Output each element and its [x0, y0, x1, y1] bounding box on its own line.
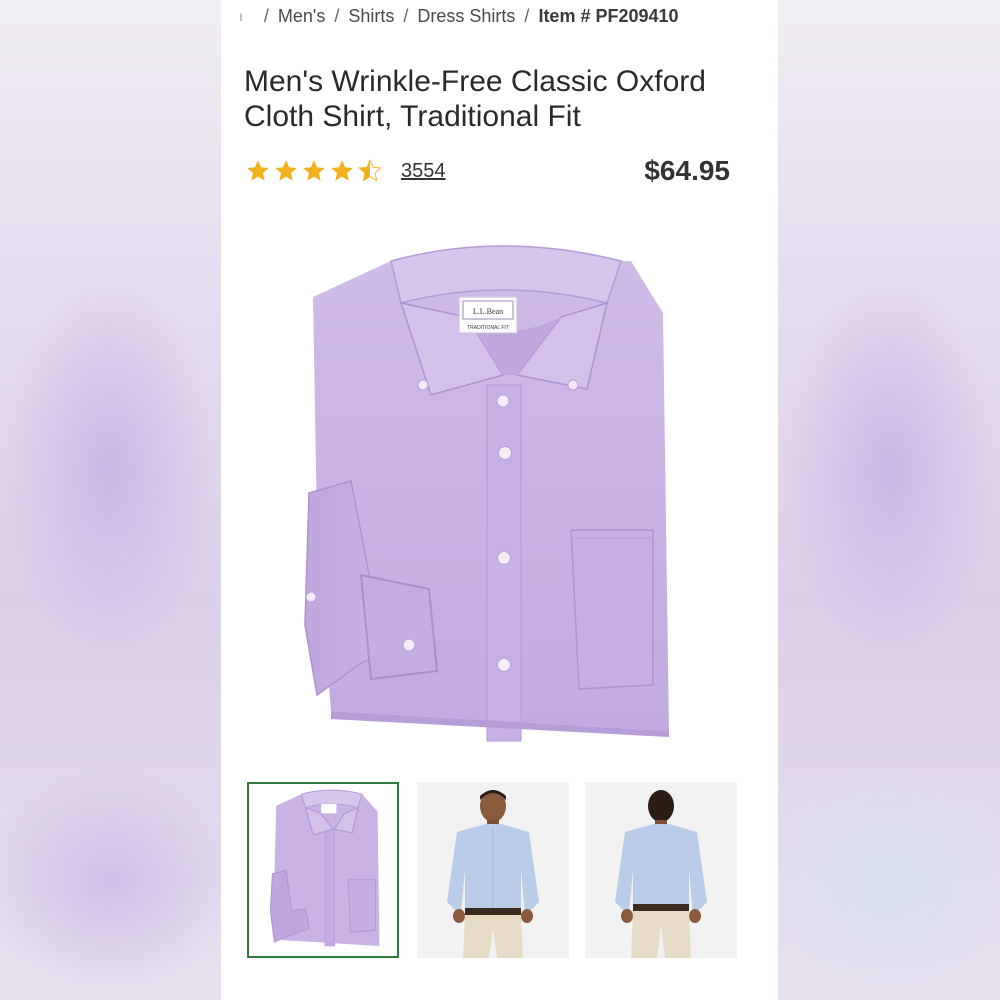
- breadcrumb-separator: /: [263, 5, 269, 26]
- product-title: Men's Wrinkle-Free Classic Oxford Cloth …: [244, 65, 706, 133]
- breadcrumb: ı / Men's / Shirts / Dress Shirts / Item…: [239, 4, 778, 28]
- product-price: $64.95: [644, 155, 730, 186]
- thumbnail-folded-shirt[interactable]: [247, 782, 399, 958]
- breadcrumb-separator: /: [403, 5, 409, 26]
- thumbnail-folded-shirt-image: [249, 784, 397, 956]
- half-star-icon: [358, 159, 382, 182]
- breadcrumb-mens[interactable]: Men's: [278, 6, 325, 27]
- thumbnail-model-front[interactable]: [417, 782, 569, 958]
- thumbnail-model-front-image: [417, 782, 569, 958]
- breadcrumb-separator: /: [334, 5, 340, 26]
- breadcrumb-dress-shirts[interactable]: Dress Shirts: [417, 6, 515, 27]
- folded-shirt-image: L.L.Bean TRADITIONAL FIT: [304, 245, 669, 742]
- star-icon: [303, 160, 325, 181]
- product-page: ı / Men's / Shirts / Dress Shirts / Item…: [221, 0, 778, 1000]
- rating-price-row: 3554 $64.95: [245, 150, 730, 192]
- thumbnail-strip: [247, 782, 737, 962]
- label-fit: TRADITIONAL FIT: [467, 325, 509, 331]
- review-count-link[interactable]: 3554: [401, 160, 446, 183]
- star-rating[interactable]: [245, 158, 385, 184]
- breadcrumb-item-number: Item # PF209410: [538, 5, 679, 26]
- thumbnail-model-back-image: [585, 782, 737, 958]
- star-icon: [331, 160, 353, 181]
- breadcrumb-shirts[interactable]: Shirts: [348, 6, 394, 27]
- star-icon: [275, 160, 297, 181]
- label-brand: L.L.Bean: [473, 307, 503, 316]
- main-product-image[interactable]: L.L.Bean TRADITIONAL FIT: [291, 225, 701, 755]
- thumbnail-model-back[interactable]: [585, 782, 737, 958]
- breadcrumb-truncated: ı: [239, 8, 243, 24]
- star-icon: [247, 160, 269, 181]
- breadcrumb-separator: /: [524, 5, 530, 26]
